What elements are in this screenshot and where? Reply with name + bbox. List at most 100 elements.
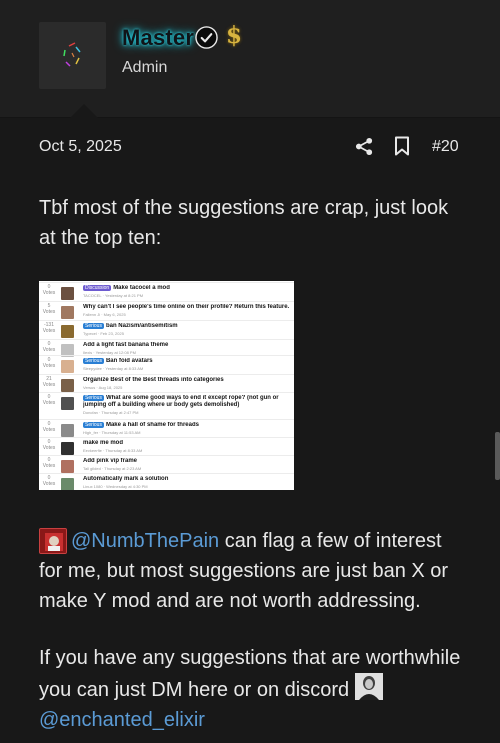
vote-label: Votes <box>42 328 56 334</box>
suggestion-votes: 0 Votes <box>39 341 59 353</box>
suggestion-title-text-line2: jumping off a building where ur body get… <box>83 402 240 408</box>
post-number-link[interactable]: #20 <box>432 138 459 156</box>
suggestion-row[interactable]: 0 Votes Serious What are some good ways to … <box>39 392 294 419</box>
suggestion-avatar <box>61 478 74 490</box>
suggestion-title[interactable]: Add a light fast banana theme <box>83 342 291 349</box>
header-caret <box>70 104 98 118</box>
suggestion-avatar <box>61 287 74 300</box>
portrait-avatar-icon <box>354 673 383 700</box>
vote-label: Votes <box>42 363 56 369</box>
bookmark-icon[interactable] <box>394 136 410 156</box>
author-title: Admin <box>122 59 168 76</box>
suggestion-title-text: What are some good ways to end it except… <box>105 395 279 401</box>
suggestion-votes: 5 Votes <box>39 303 59 315</box>
paragraph-3-text: If you have any suggestions that are wor… <box>39 647 461 701</box>
suggestion-title-text: make me mod <box>83 440 124 446</box>
suggestion-title[interactable]: Serious Make a hall of shame for threads <box>83 422 291 429</box>
suggestion-title-text: Add a light fast banana theme <box>83 342 169 348</box>
suggestion-meta: Fallenn Ji · May 6, 2025 <box>83 312 126 317</box>
post-paragraph-1: Tbf most of the suggestions are crap, ju… <box>39 197 449 249</box>
vote-label: Votes <box>42 481 56 487</box>
suggestion-title[interactable]: Serious What are some good ways to end it… <box>83 395 291 409</box>
suggestion-row[interactable]: 0 Votes Serious Ban foid avatars Sleepydee ·… <box>39 355 294 375</box>
suggestion-avatar <box>61 360 74 373</box>
suggestion-votes: 0 Votes <box>39 357 59 369</box>
suggestion-title-text: Add pink vip frame <box>83 458 138 464</box>
post-date[interactable]: Oct 5, 2025 <box>39 138 122 156</box>
suggestion-votes: 0 Votes <box>39 394 59 406</box>
suggestion-tag: Serious <box>83 395 104 401</box>
suggestion-meta: TACOCEL · Yesterday at 8:21 PM <box>83 293 144 298</box>
suggestion-row[interactable]: 0 Votes Discussion Make tacocel a mod TACOCE… <box>39 282 294 302</box>
suggestion-avatar <box>61 424 74 437</box>
suggestion-tag: Serious <box>83 422 104 428</box>
suggestion-votes: 0 Votes <box>39 421 59 433</box>
suggestion-votes: 0 Votes <box>39 284 59 296</box>
suggestion-meta: High_fer · Thursday at 11:53 AM <box>83 430 141 435</box>
vote-label: Votes <box>42 427 56 433</box>
suggestion-avatar <box>61 442 74 455</box>
post-paragraph-3: If you have any suggestions that are wor… <box>39 643 469 735</box>
suggestion-votes: -131 Votes <box>39 322 59 334</box>
dollar-sign-icon: $ <box>226 22 243 49</box>
suggestion-title[interactable]: Why can't I see people's time online on … <box>83 304 291 311</box>
vote-label: Votes <box>42 400 56 406</box>
suggestion-tag: Serious <box>83 358 104 364</box>
suggestion-title-text: Make a hall of shame for threads <box>105 422 199 428</box>
embedded-screenshot[interactable]: 0 Votes Discussion Make tacocel a mod TACOCE… <box>39 281 294 490</box>
author-username[interactable]: Master <box>122 25 194 51</box>
author-avatar[interactable] <box>39 22 106 89</box>
post-paragraph-2: @NumbThePain can flag a few of interest … <box>39 526 469 616</box>
suggestion-meta: Doncfan · Thursday at 2:47 PM <box>83 410 139 415</box>
vote-label: Votes <box>42 445 56 451</box>
suggestion-tag: Serious <box>83 323 104 329</box>
suggestion-votes: 0 Votes <box>39 475 59 487</box>
suggestion-avatar <box>61 397 74 410</box>
suggestion-meta: Versus · Aug 18, 2025 <box>83 385 123 390</box>
vote-label: Votes <box>42 347 56 353</box>
suggestion-votes: 0 Votes <box>39 439 59 451</box>
suggestion-row[interactable]: 5 Votes Why can't I see people's time onli… <box>39 301 294 321</box>
vote-label: Votes <box>42 382 56 388</box>
suggestion-row[interactable]: 21 Votes Organize Best of the Best threads… <box>39 374 294 394</box>
avatar-swirl-icon <box>39 22 106 89</box>
vote-label: Votes <box>42 463 56 469</box>
suggestion-avatar <box>61 460 74 473</box>
suggestion-title[interactable]: Organize Best of the Best threads into c… <box>83 377 291 384</box>
suggestion-title[interactable]: Serious Ban foid avatars <box>83 358 291 365</box>
vote-label: Votes <box>42 290 56 296</box>
suggestion-title-text: Automatically mark a solution <box>83 476 169 482</box>
suggestion-title-text: Make tacocel a mod <box>113 285 170 291</box>
suggestion-title-text: Why can't I see people's time online on … <box>83 304 290 310</box>
suggestion-votes: 0 Votes <box>39 457 59 469</box>
suggestion-meta: Sleepydee · Yesterday at 8:33 AM <box>83 366 144 371</box>
suggestion-row[interactable]: 0 Votes Automatically mark a solution Linux… <box>39 473 294 490</box>
suggestion-title[interactable]: Automatically mark a solution <box>83 476 291 483</box>
suggestion-avatar <box>61 325 74 338</box>
post-author-header: Master $ Admin <box>0 0 500 118</box>
mention-enchanted-elixir[interactable]: @enchanted_elixir <box>39 709 205 731</box>
suggestion-title-text: ban Nazism/antisemitism <box>105 323 178 329</box>
suggestion-avatar <box>61 379 74 392</box>
suggestion-row[interactable]: 0 Votes make me mod Eevkeerfie · Thursday a… <box>39 437 294 457</box>
suggestion-title[interactable]: Discussion Make tacocel a mod <box>83 285 291 292</box>
suggestion-title[interactable]: Add pink vip frame <box>83 458 291 465</box>
suggestion-title[interactable]: make me mod <box>83 440 291 447</box>
suggestion-row[interactable]: -131 Votes Serious ban Nazism/antisemitism T… <box>39 320 294 340</box>
suggestion-title[interactable]: Serious ban Nazism/antisemitism <box>83 323 291 330</box>
suggestion-meta: Eevkeerfie · Thursday at 8:33 AM <box>83 448 143 453</box>
suggestion-votes: 21 Votes <box>39 376 59 388</box>
suggestion-row[interactable]: 0 Votes Add pink vip frame Tall gilded · Th… <box>39 455 294 475</box>
enchanted-elixir-avatar <box>354 673 383 700</box>
suggestion-row[interactable]: 0 Votes Serious Make a hall of shame for th… <box>39 419 294 439</box>
suggestion-title-text: Organize Best of the Best threads into c… <box>83 377 224 383</box>
suggestion-title-text: Ban foid avatars <box>105 358 153 364</box>
share-icon[interactable] <box>355 137 374 156</box>
suggestion-meta: Tall gilded · Thursday at 2:23 AM <box>83 466 142 471</box>
page-scrollbar[interactable] <box>495 432 500 480</box>
mention-numbthepain[interactable]: @NumbThePain <box>71 530 219 552</box>
verified-check-icon <box>195 26 218 49</box>
suggestion-tag: Discussion <box>83 285 112 291</box>
suggestion-meta: Typecel · Feb 23, 2025 <box>83 331 124 336</box>
suggestion-meta: Linux 1080 · Wednesday at 4:30 PM <box>83 484 148 489</box>
